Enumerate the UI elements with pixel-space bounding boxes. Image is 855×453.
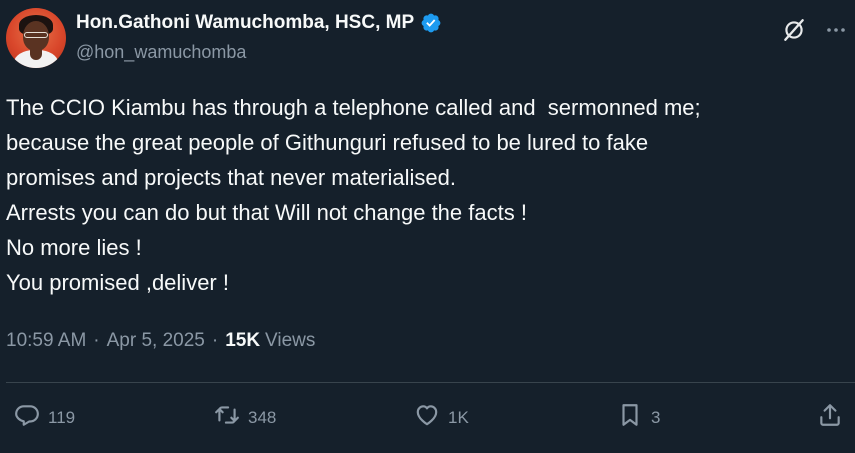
retweet-button[interactable]: 348 <box>214 402 276 433</box>
meta-separator: · <box>93 330 100 351</box>
grok-icon[interactable] <box>780 16 808 44</box>
meta-separator: · <box>211 330 219 351</box>
share-button[interactable] <box>817 402 843 433</box>
tweet-line: Arrests you can do but that Will not cha… <box>6 200 527 225</box>
author-display-name[interactable]: Hon.Gathoni Wamuchomba, HSC, MP <box>76 12 414 34</box>
divider <box>6 382 855 383</box>
tweet-line: because the great people of Githunguri r… <box>6 130 649 155</box>
bookmark-button[interactable]: 3 <box>617 402 660 433</box>
tweet-line: No more lies ! <box>6 235 142 260</box>
retweet-icon <box>214 402 240 433</box>
bookmark-icon <box>617 402 643 433</box>
share-icon <box>817 402 843 433</box>
tweet-time[interactable]: 10:59 AM <box>6 330 86 352</box>
author-name-line: Hon.Gathoni Wamuchomba, HSC, MP <box>76 12 442 34</box>
author-handle[interactable]: @hon_wamuchomba <box>76 42 246 63</box>
like-count: 1K <box>448 407 469 427</box>
action-bar: 119 348 1K 3 <box>0 396 855 440</box>
tweet-meta: 10:59 AM · Apr 5, 2025 · 15K Views <box>6 330 315 352</box>
views-label: Views <box>265 330 316 351</box>
reply-count: 119 <box>48 407 76 427</box>
reply-button[interactable]: 119 <box>14 402 75 433</box>
tweet-header: Hon.Gathoni Wamuchomba, HSC, MP @hon_wam… <box>0 0 855 80</box>
views-count: 15K <box>225 330 261 351</box>
verified-badge-icon <box>420 12 442 34</box>
tweet-line: You promised ,deliver ! <box>6 270 229 295</box>
tweet-text: The CCIO Kiambu has through a telephone … <box>6 90 851 300</box>
tweet-line: The CCIO Kiambu has through a telephone … <box>6 95 701 120</box>
avatar[interactable] <box>6 8 66 68</box>
bookmark-count: 3 <box>651 407 661 427</box>
tweet-date[interactable]: Apr 5, 2025 <box>107 330 205 352</box>
like-button[interactable]: 1K <box>414 402 469 433</box>
tweet-line: promises and projects that never materia… <box>6 165 456 190</box>
heart-icon <box>414 402 440 433</box>
more-icon[interactable] <box>822 16 850 44</box>
avatar-glasses <box>24 32 48 38</box>
reply-icon <box>14 402 40 433</box>
retweet-count: 348 <box>248 407 277 427</box>
